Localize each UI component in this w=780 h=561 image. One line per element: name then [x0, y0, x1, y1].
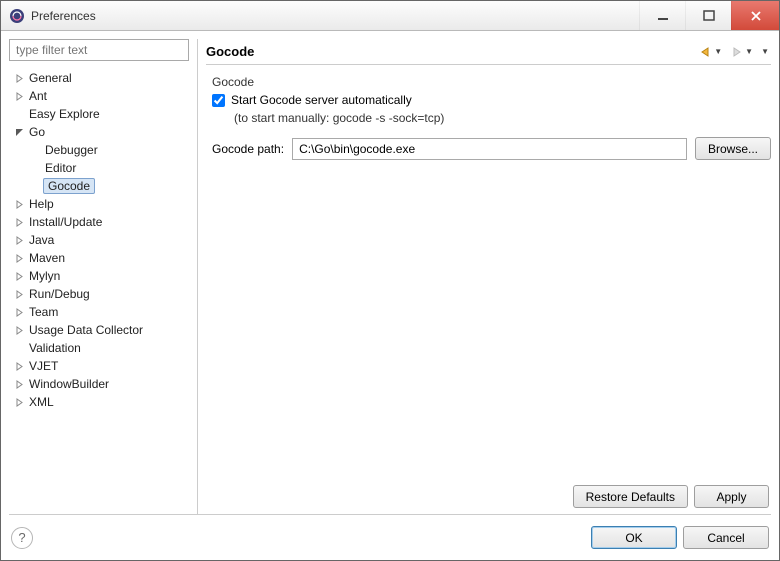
twisty-collapsed-icon[interactable]	[13, 378, 25, 390]
tree-item-label: WindowBuilder	[27, 377, 111, 391]
twisty-collapsed-icon[interactable]	[13, 360, 25, 372]
chevron-down-icon: ▼	[761, 47, 769, 56]
start-gocode-hint: (to start manually: gocode -s -sock=tcp)	[206, 111, 771, 125]
tree-item[interactable]: Easy Explore	[9, 105, 189, 123]
tree-item[interactable]: Go	[9, 123, 189, 141]
restore-defaults-button[interactable]: Restore Defaults	[573, 485, 688, 508]
chevron-down-icon: ▼	[745, 47, 753, 56]
tree-item-label: Mylyn	[27, 269, 62, 283]
twisty-collapsed-icon[interactable]	[13, 216, 25, 228]
tree-item[interactable]: Team	[9, 303, 189, 321]
filter-input[interactable]	[9, 39, 189, 61]
tree-item-label: XML	[27, 395, 56, 409]
tree-item-label: Go	[27, 125, 47, 139]
tree-item[interactable]: Maven	[9, 249, 189, 267]
twisty-collapsed-icon[interactable]	[13, 270, 25, 282]
tree-item-label: Help	[27, 197, 56, 211]
tree-item-label: Run/Debug	[27, 287, 92, 301]
tree-item[interactable]: Gocode	[9, 177, 189, 195]
tree-item-label: Validation	[27, 341, 83, 355]
titlebar: Preferences	[1, 1, 779, 31]
minimize-button[interactable]	[639, 1, 685, 30]
checkbox-label: Start Gocode server automatically	[231, 93, 412, 107]
twisty-collapsed-icon[interactable]	[13, 90, 25, 102]
view-menu-button[interactable]: ▼	[759, 45, 771, 58]
twisty-collapsed-icon[interactable]	[13, 252, 25, 264]
preference-page: Gocode ▼ ▼ ▼ Gocode Start Gocode server …	[197, 39, 771, 514]
start-gocode-checkbox[interactable]	[212, 94, 225, 107]
twisty-collapsed-icon[interactable]	[13, 288, 25, 300]
chevron-down-icon: ▼	[714, 47, 722, 56]
tree-item[interactable]: Run/Debug	[9, 285, 189, 303]
tree-item[interactable]: Java	[9, 231, 189, 249]
apply-button[interactable]: Apply	[694, 485, 769, 508]
start-gocode-checkbox-row[interactable]: Start Gocode server automatically	[206, 93, 771, 107]
tree-item-label: VJET	[27, 359, 60, 373]
forward-button[interactable]: ▼	[728, 44, 755, 60]
maximize-button[interactable]	[685, 1, 731, 30]
tree-item-label: Gocode	[43, 178, 95, 194]
tree-item[interactable]: Editor	[9, 159, 189, 177]
tree-item[interactable]: XML	[9, 393, 189, 411]
twisty-collapsed-icon[interactable]	[13, 198, 25, 210]
tree-item[interactable]: Validation	[9, 339, 189, 357]
tree-item[interactable]: Mylyn	[9, 267, 189, 285]
tree-item[interactable]: Install/Update	[9, 213, 189, 231]
tree-item-label: General	[27, 71, 74, 85]
help-button[interactable]: ?	[11, 527, 33, 549]
twisty-collapsed-icon[interactable]	[13, 396, 25, 408]
tree-item-label: Install/Update	[27, 215, 104, 229]
preference-tree[interactable]: General Ant Easy Explore Go Debugger Editor Go…	[9, 67, 189, 514]
ok-button[interactable]: OK	[591, 526, 677, 549]
tree-item[interactable]: Ant	[9, 87, 189, 105]
tree-item[interactable]: Debugger	[9, 141, 189, 159]
tree-item-label: Ant	[27, 89, 49, 103]
tree-item[interactable]: General	[9, 69, 189, 87]
dialog-footer: ? OK Cancel	[9, 514, 771, 560]
group-label: Gocode	[206, 75, 771, 89]
app-icon	[9, 8, 25, 24]
back-button[interactable]: ▼	[697, 44, 724, 60]
gocode-path-label: Gocode path:	[212, 142, 284, 156]
browse-button[interactable]: Browse...	[695, 137, 771, 160]
tree-item-label: Maven	[27, 251, 67, 265]
tree-item[interactable]: Usage Data Collector	[9, 321, 189, 339]
tree-item[interactable]: WindowBuilder	[9, 375, 189, 393]
tree-item-label: Usage Data Collector	[27, 323, 145, 337]
twisty-expanded-icon[interactable]	[13, 126, 25, 138]
tree-item-label: Editor	[43, 161, 78, 175]
tree-item-label: Java	[27, 233, 56, 247]
gocode-path-input[interactable]	[292, 138, 687, 160]
tree-item[interactable]: VJET	[9, 357, 189, 375]
close-button[interactable]	[731, 1, 779, 30]
tree-item-label: Debugger	[43, 143, 100, 157]
twisty-collapsed-icon[interactable]	[13, 234, 25, 246]
tree-item[interactable]: Help	[9, 195, 189, 213]
help-icon: ?	[18, 530, 25, 545]
twisty-collapsed-icon[interactable]	[13, 324, 25, 336]
page-title: Gocode	[206, 44, 697, 59]
window-title: Preferences	[31, 9, 639, 23]
tree-item-label: Easy Explore	[27, 107, 102, 121]
tree-item-label: Team	[27, 305, 60, 319]
cancel-button[interactable]: Cancel	[683, 526, 769, 549]
twisty-collapsed-icon[interactable]	[13, 72, 25, 84]
twisty-collapsed-icon[interactable]	[13, 306, 25, 318]
sidebar: General Ant Easy Explore Go Debugger Editor Go…	[9, 39, 189, 514]
